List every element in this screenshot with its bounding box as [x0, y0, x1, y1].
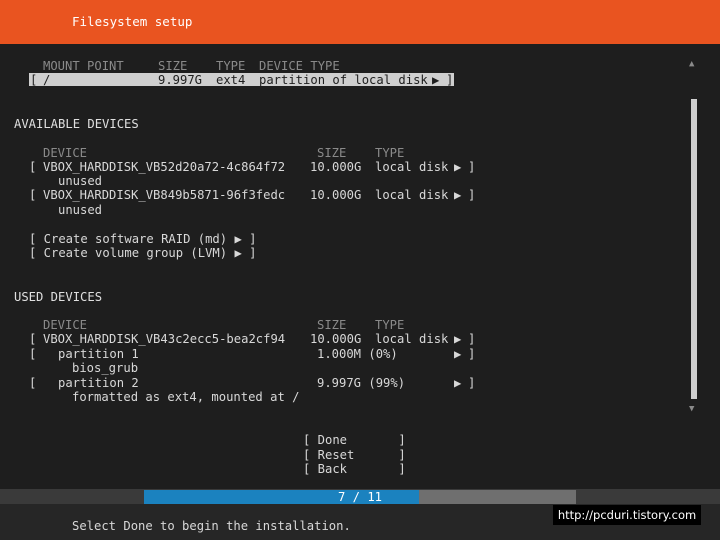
- device-size: 10.000G: [310, 332, 362, 346]
- page-title: Filesystem setup: [72, 14, 193, 29]
- column-size: SIZE: [317, 146, 347, 160]
- column-type: TYPE: [375, 146, 405, 160]
- watermark: http://pcduri.tistory.com: [553, 505, 701, 525]
- column-mount-point: MOUNT POINT: [43, 59, 124, 73]
- partition-size: 9.997G (99%): [317, 376, 406, 390]
- create-volume-group-button[interactable]: [ Create volume group (LVM) ▶ ]: [29, 246, 256, 260]
- partition-note: formatted as ext4, mounted at /: [72, 390, 300, 404]
- device-size: 10.000G: [310, 160, 362, 174]
- back-button[interactable]: [ Back ]: [303, 462, 406, 476]
- partition-name: partition 2: [58, 376, 139, 390]
- row-open-bracket: [: [29, 188, 37, 202]
- row-open-bracket: [: [29, 160, 37, 174]
- row-close-bracket: ]: [468, 188, 476, 202]
- column-size: SIZE: [158, 59, 188, 73]
- device-note: unused: [58, 203, 103, 217]
- row-close-bracket: ]: [468, 376, 476, 390]
- size-value: 9.997G: [158, 73, 203, 87]
- row-close-bracket: ]: [468, 332, 476, 346]
- row-open-bracket: [: [29, 376, 37, 390]
- progress-bar: 7 / 11: [144, 490, 576, 504]
- footer-message: Select Done to begin the installation.: [72, 519, 351, 533]
- device-type: local disk: [375, 160, 449, 174]
- device-name: VBOX_HARDDISK_VB849b5871-96f3fedc: [43, 188, 286, 202]
- column-device: DEVICE: [43, 146, 88, 160]
- chevron-right-icon: ▶: [454, 160, 462, 174]
- done-button[interactable]: [ Done ]: [303, 433, 406, 447]
- device-size: 10.000G: [310, 188, 362, 202]
- column-type: TYPE: [375, 318, 405, 332]
- scroll-up-icon[interactable]: ▲: [689, 59, 694, 69]
- column-size: SIZE: [317, 318, 347, 332]
- row-open-bracket: [: [30, 73, 38, 87]
- chevron-right-icon: ▶: [432, 73, 440, 87]
- device-name: VBOX_HARDDISK_VB43c2ecc5-bea2cf94: [43, 332, 286, 346]
- row-close-bracket: ]: [468, 160, 476, 174]
- device-type: local disk: [375, 188, 449, 202]
- type-value: ext4: [216, 73, 246, 87]
- mount-point-value: /: [43, 73, 51, 87]
- create-raid-button[interactable]: [ Create software RAID (md) ▶ ]: [29, 232, 256, 246]
- device-type-value: partition of local disk: [259, 73, 428, 87]
- column-device: DEVICE: [43, 318, 88, 332]
- scroll-down-icon[interactable]: ▼: [689, 404, 694, 414]
- partition-size: 1.000M (0%): [317, 347, 398, 361]
- scrollbar[interactable]: [691, 99, 697, 399]
- column-device-type: DEVICE TYPE: [259, 59, 340, 73]
- row-close-bracket: ]: [468, 347, 476, 361]
- device-name: VBOX_HARDDISK_VB52d20a72-4c864f72: [43, 160, 286, 174]
- row-open-bracket: [: [29, 332, 37, 346]
- device-note: unused: [58, 174, 103, 188]
- reset-button[interactable]: [ Reset ]: [303, 448, 406, 462]
- header-bar: Filesystem setup: [0, 0, 720, 44]
- mount-row-root[interactable]: [ / 9.997G ext4 partition of local disk …: [29, 73, 454, 87]
- chevron-right-icon: ▶: [454, 376, 462, 390]
- chevron-right-icon: ▶: [454, 347, 462, 361]
- available-devices-heading: AVAILABLE DEVICES: [14, 117, 139, 131]
- used-devices-heading: USED DEVICES: [14, 290, 103, 304]
- row-open-bracket: [: [29, 347, 37, 361]
- chevron-right-icon: ▶: [454, 332, 462, 346]
- column-type: TYPE: [216, 59, 246, 73]
- partition-name: partition 1: [58, 347, 139, 361]
- progress-label: 7 / 11: [337, 490, 383, 504]
- row-close-bracket: ]: [446, 73, 454, 87]
- device-type: local disk: [375, 332, 449, 346]
- partition-note: bios_grub: [72, 361, 139, 375]
- chevron-right-icon: ▶: [454, 188, 462, 202]
